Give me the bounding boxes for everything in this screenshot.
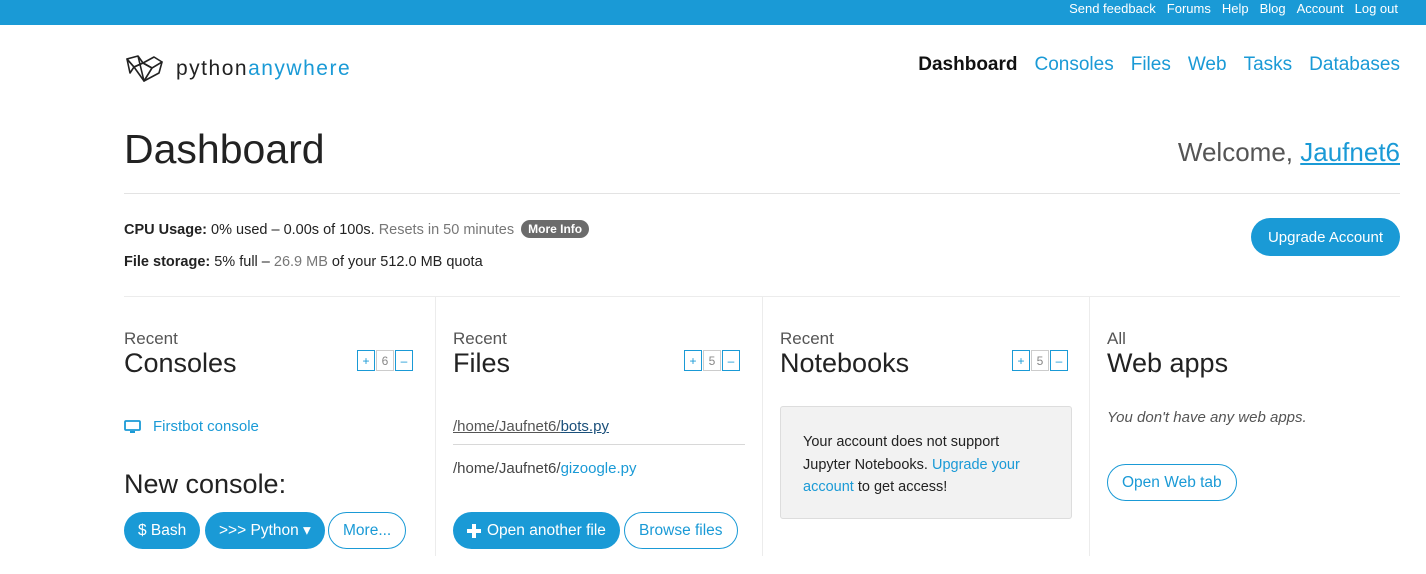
file-storage-quota: of your 512.0 MB quota (327, 254, 483, 270)
cpu-usage: CPU Usage: 0% used – 0.00s of 100s. Rese… (124, 220, 590, 238)
console-item[interactable]: Firstbot console (124, 418, 259, 435)
file-item[interactable]: /home/Jaufnet6/gizoogle.py (453, 460, 745, 477)
notebooks-subheading: Recent (780, 329, 834, 348)
file-storage-label: File storage: (124, 254, 211, 270)
top-links: Send feedback Forums Help Blog Account L… (1058, 1, 1398, 17)
nav-databases[interactable]: Databases (1309, 54, 1400, 76)
file-storage-used: 26.9 MB (273, 254, 328, 270)
main-nav: Dashboard Consoles Files Web Tasks Datab… (901, 54, 1400, 76)
files-decrease-button[interactable]: – (722, 350, 740, 371)
consoles-increase-button[interactable]: + (357, 350, 375, 371)
webapps-subheading: All (1107, 329, 1126, 348)
forums-link[interactable]: Forums (1167, 1, 1211, 17)
consoles-subheading: Recent (124, 329, 178, 348)
file-path: /home/Jaufnet6/ (453, 460, 561, 477)
open-another-file-button[interactable]: Open another file (453, 512, 620, 549)
send-feedback-link[interactable]: Send feedback (1069, 1, 1156, 17)
top-bar: Send feedback Forums Help Blog Account L… (0, 0, 1426, 25)
logo-text-accent: anywhere (248, 57, 352, 80)
account-link[interactable]: Account (1297, 1, 1344, 17)
webapps-panel: All Web apps You don't have any web apps… (1090, 296, 1400, 556)
console-item-label: Firstbot console (153, 418, 259, 435)
new-console-heading: New console: (124, 469, 287, 499)
consoles-decrease-button[interactable]: – (395, 350, 413, 371)
logo-text: pythonanywhere (176, 57, 351, 81)
webapps-heading: Web apps (1107, 348, 1229, 378)
monitor-icon (124, 419, 141, 433)
file-storage-value: 5% full – (210, 254, 274, 270)
notebooks-decrease-button[interactable]: – (1050, 350, 1068, 371)
nav-web[interactable]: Web (1188, 54, 1227, 76)
file-name: gizoogle.py (560, 460, 637, 477)
open-web-tab-button[interactable]: Open Web tab (1107, 464, 1237, 501)
cpu-usage-label: CPU Usage: (124, 222, 207, 238)
more-consoles-button[interactable]: More... (328, 512, 407, 549)
files-panel: Recent Files + 5 – /home/Jaufnet6/bots.p… (436, 296, 763, 556)
username-link[interactable]: Jaufnet6 (1300, 137, 1400, 167)
file-item[interactable]: /home/Jaufnet6/bots.py (453, 418, 745, 445)
file-name: bots.py (560, 418, 609, 435)
logout-link[interactable]: Log out (1355, 1, 1398, 17)
notebooks-counter: + 5 – (1011, 350, 1068, 371)
notebooks-heading: Notebooks (780, 348, 910, 378)
help-link[interactable]: Help (1222, 1, 1249, 17)
welcome-prefix: Welcome, (1177, 137, 1301, 167)
files-subheading: Recent (453, 329, 507, 348)
nav-tasks[interactable]: Tasks (1244, 54, 1293, 76)
nav-files[interactable]: Files (1131, 54, 1171, 76)
notebooks-notice: Your account does not support Jupyter No… (780, 406, 1072, 519)
no-webapps-message: You don't have any web apps. (1107, 409, 1307, 426)
cpu-reset-text: Resets in 50 minutes (374, 222, 515, 238)
files-increase-button[interactable]: + (684, 350, 702, 371)
nav-consoles[interactable]: Consoles (1035, 54, 1114, 76)
consoles-heading: Consoles (124, 348, 237, 378)
more-info-badge[interactable]: More Info (521, 220, 590, 238)
python-button[interactable]: >>> Python ▾ (205, 512, 325, 549)
blog-link[interactable]: Blog (1260, 1, 1286, 17)
page-title: Dashboard (124, 126, 325, 172)
files-count: 5 (703, 350, 721, 371)
browse-files-button[interactable]: Browse files (624, 512, 738, 549)
files-heading: Files (453, 348, 511, 378)
consoles-panel: Recent Consoles + 6 – Firstbot console N… (124, 296, 436, 556)
divider (124, 193, 1400, 194)
open-another-file-label: Open another file (487, 521, 606, 539)
welcome-message: Welcome, Jaufnet6 (1178, 137, 1400, 168)
bash-button[interactable]: $ Bash (124, 512, 201, 549)
file-path: /home/Jaufnet6/ (453, 418, 561, 435)
upgrade-account-button[interactable]: Upgrade Account (1251, 218, 1400, 256)
logo-text-main: python (176, 57, 249, 80)
nav-dashboard[interactable]: Dashboard (918, 54, 1017, 76)
notebooks-count: 5 (1031, 350, 1049, 371)
pythonanywhere-logo-icon (126, 55, 163, 82)
files-counter: + 5 – (683, 350, 740, 371)
notebooks-increase-button[interactable]: + (1012, 350, 1030, 371)
notebooks-notice-suffix: to get access! (853, 479, 948, 495)
cpu-usage-value: 0% used – 0.00s of 100s. (207, 222, 375, 238)
notebooks-panel: Recent Notebooks + 5 – Your account does… (763, 296, 1090, 556)
consoles-count: 6 (376, 350, 394, 371)
logo[interactable]: pythonanywhere (124, 53, 351, 85)
file-storage: File storage: 5% full – 26.9 MB of your … (124, 254, 483, 270)
consoles-counter: + 6 – (356, 350, 413, 371)
plus-icon (467, 523, 481, 538)
